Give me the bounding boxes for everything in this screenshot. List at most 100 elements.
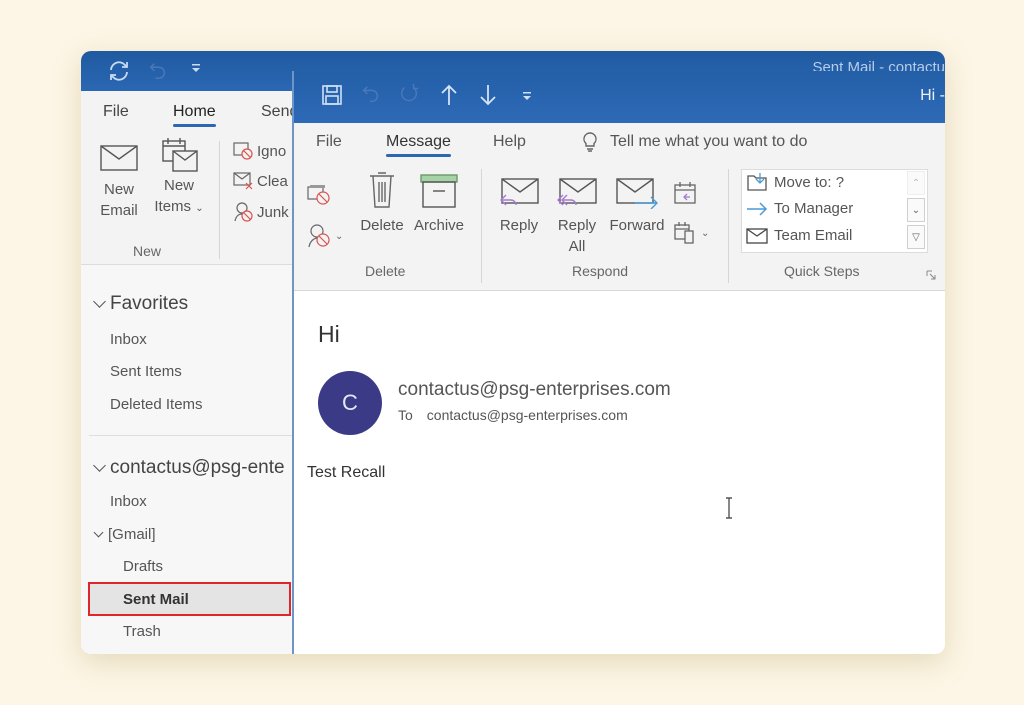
tell-me-search[interactable]: Tell me what you want to do — [582, 132, 807, 152]
clean-up-label: Clea — [257, 172, 288, 190]
reply-button[interactable]: Reply — [496, 177, 542, 236]
trash-icon — [370, 172, 394, 208]
envelope-icon — [746, 227, 768, 244]
new-email-label-line2: Email — [100, 202, 138, 219]
junk-icon — [308, 224, 330, 248]
new-items-icon — [162, 138, 198, 172]
new-items-button[interactable]: New Items ⌄ — [151, 137, 207, 219]
junk-button[interactable]: Junk — [233, 201, 289, 223]
chevron-down-icon — [93, 459, 106, 472]
new-items-label-line1: New — [163, 177, 194, 194]
chevron-up-icon: ⌃ — [911, 177, 921, 189]
quick-step-to-manager[interactable]: To Manager — [746, 200, 853, 217]
chevron-down-icon — [93, 295, 106, 308]
junk-icon — [234, 202, 253, 222]
screenshot-card: Sent Mail - contactu File Home Send New … — [81, 51, 945, 654]
arrow-right-icon — [747, 201, 768, 216]
new-items-label-text: Items — [154, 198, 192, 215]
main-ribbon: New Email New Items ⌄ New Igno Clea Junk — [81, 133, 293, 265]
new-group-label: New — [133, 243, 162, 259]
undo-icon[interactable] — [360, 83, 382, 105]
favorites-deleted-items[interactable]: Deleted Items — [110, 396, 203, 413]
customize-qat-icon[interactable] — [520, 89, 534, 103]
reply-all-icon — [557, 178, 597, 206]
forward-icon — [616, 178, 658, 209]
account-inbox[interactable]: Inbox — [110, 493, 147, 510]
quick-step-team-email[interactable]: Team Email — [746, 227, 852, 244]
customize-qat-icon[interactable] — [189, 61, 203, 75]
junk-button[interactable]: ⌄ — [307, 223, 343, 249]
quick-steps-group-label: Quick Steps — [784, 263, 860, 279]
archive-icon — [420, 174, 458, 208]
folder-sent-mail[interactable]: Sent Mail — [123, 591, 189, 608]
redo-icon[interactable] — [398, 83, 420, 105]
tab-file[interactable]: File — [103, 103, 129, 121]
dialog-launcher-icon[interactable] — [926, 267, 936, 285]
meeting-reply-button[interactable] — [673, 181, 697, 210]
avatar-initial: C — [342, 390, 358, 415]
quick-step-team-email-label: Team Email — [774, 227, 853, 244]
ignore-button[interactable]: Igno — [233, 141, 286, 161]
reply-all-button[interactable]: Reply All — [552, 177, 602, 257]
reply-all-label-line2: All — [568, 238, 586, 255]
sender-address[interactable]: contactus@psg-enterprises.com — [398, 379, 671, 401]
ribbon-separator — [728, 169, 729, 283]
tab-message[interactable]: Message — [386, 133, 451, 157]
ignore-button[interactable] — [307, 183, 333, 212]
undo-icon[interactable] — [147, 59, 169, 81]
favorites-header[interactable]: Favorites — [93, 293, 188, 315]
message-subject: Hi — [318, 321, 340, 347]
expand-gallery-button[interactable]: ▽ — [907, 225, 925, 249]
save-icon[interactable] — [320, 83, 344, 107]
to-label: To — [398, 407, 413, 423]
message-window-title: Hi - — [920, 87, 945, 104]
account-header[interactable]: contactus@psg-ente — [93, 457, 285, 479]
selected-folder-highlight[interactable]: Sent Mail — [88, 582, 291, 616]
folder-drafts[interactable]: Drafts — [123, 558, 163, 575]
delete-button[interactable]: Delete — [358, 169, 406, 236]
scroll-up-button[interactable]: ⌃ — [907, 171, 925, 195]
quick-steps-gallery: Move to: ? To Manager Team Email ⌃ ⌄ ▽ — [741, 169, 928, 253]
forward-button[interactable]: Forward — [607, 177, 667, 236]
recipient-address[interactable]: contactus@psg-enterprises.com — [427, 407, 628, 423]
chevron-down-icon: ⌄ — [195, 203, 204, 214]
chevron-down-icon: ⌄ — [911, 204, 921, 216]
tell-me-placeholder: Tell me what you want to do — [610, 133, 808, 150]
message-window: Hi - File Message Help Tell me what you … — [292, 71, 945, 654]
reply-all-label-line1: Reply — [557, 217, 597, 234]
ignore-icon — [233, 142, 253, 160]
envelope-icon — [100, 145, 138, 171]
message-ribbon: ⌄ Delete Archive Delete Reply Reply All — [294, 163, 945, 291]
chevron-down-icon: ⌄ — [335, 230, 344, 242]
gmail-folder[interactable]: [Gmail] — [93, 526, 156, 543]
tab-file[interactable]: File — [316, 133, 342, 151]
sync-icon[interactable] — [107, 59, 131, 83]
message-title-bar: Hi - — [294, 71, 945, 123]
quick-step-to-manager-label: To Manager — [774, 200, 854, 217]
sender-avatar[interactable]: C — [318, 371, 382, 435]
reading-pane: Hi C contactus@psg-enterprises.com To co… — [294, 291, 945, 654]
next-item-icon[interactable] — [477, 83, 499, 107]
calendar-reply-icon — [674, 182, 696, 204]
tab-home[interactable]: Home — [173, 103, 216, 127]
gmail-label: [Gmail] — [108, 526, 156, 543]
scroll-down-button[interactable]: ⌄ — [907, 198, 925, 222]
clean-up-button[interactable]: Clea — [233, 171, 288, 191]
favorites-inbox[interactable]: Inbox — [110, 331, 147, 348]
previous-item-icon[interactable] — [438, 83, 460, 107]
account-label: contactus@psg-ente — [110, 457, 285, 478]
new-email-button[interactable]: New Email — [97, 143, 141, 221]
text-cursor-icon — [726, 497, 732, 519]
folder-pane: Favorites Inbox Sent Items Deleted Items… — [81, 265, 293, 654]
archive-button[interactable]: Archive — [411, 173, 467, 236]
message-body[interactable]: Test Recall — [307, 464, 385, 482]
recipient-line: To contactus@psg-enterprises.com — [398, 407, 628, 423]
nav-divider — [89, 435, 293, 436]
tab-help[interactable]: Help — [493, 133, 526, 151]
message-ribbon-tabs: File Message Help Tell me what you want … — [294, 123, 945, 163]
folder-trash[interactable]: Trash — [123, 623, 161, 640]
more-respond-button[interactable]: ⌄ — [673, 221, 709, 245]
calendar-device-icon — [674, 222, 694, 244]
favorites-sent-items[interactable]: Sent Items — [110, 363, 182, 380]
quick-step-move-to[interactable]: Move to: ? — [746, 172, 844, 192]
